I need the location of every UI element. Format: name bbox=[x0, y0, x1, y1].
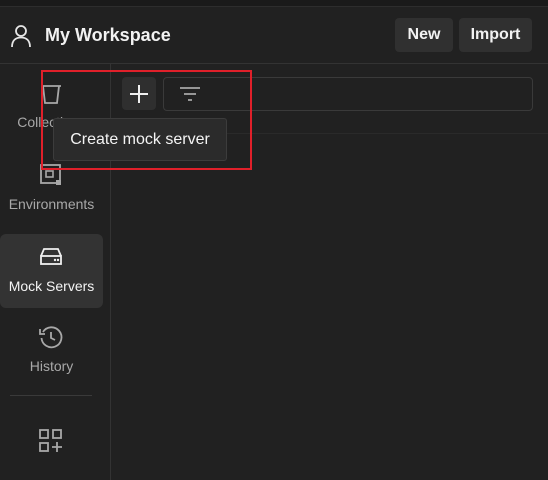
plus-icon bbox=[130, 85, 148, 103]
server-icon bbox=[40, 248, 62, 265]
sidebar-item-label: Environments bbox=[8, 196, 95, 212]
sidebar-item-label: History bbox=[29, 358, 74, 374]
environment-icon bbox=[40, 164, 61, 185]
sidebar-item-history[interactable]: History bbox=[0, 318, 103, 388]
new-button[interactable]: New bbox=[395, 18, 453, 52]
filter-field[interactable] bbox=[163, 77, 533, 111]
sidebar-divider bbox=[10, 395, 92, 396]
create-mock-server-button[interactable] bbox=[122, 77, 156, 110]
filter-icon bbox=[180, 87, 200, 101]
create-mock-server-tooltip: Create mock server bbox=[53, 118, 227, 161]
import-button[interactable]: Import bbox=[459, 18, 532, 52]
add-apps-icon[interactable] bbox=[38, 428, 64, 454]
sidebar-item-environments[interactable]: Environments bbox=[0, 154, 103, 224]
workspace-header: My Workspace New Import bbox=[0, 7, 548, 64]
workspace-title: My Workspace bbox=[45, 25, 171, 45]
sidebar-item-mock-servers[interactable]: Mock Servers bbox=[0, 234, 103, 308]
sidebar-item-label: Mock Servers bbox=[8, 278, 95, 294]
history-icon bbox=[39, 326, 63, 349]
app-window: My Workspace New Import Collections Envi… bbox=[0, 0, 548, 480]
trash-can-icon bbox=[41, 85, 61, 104]
user-icon bbox=[11, 25, 31, 48]
window-top-edge bbox=[0, 0, 548, 7]
